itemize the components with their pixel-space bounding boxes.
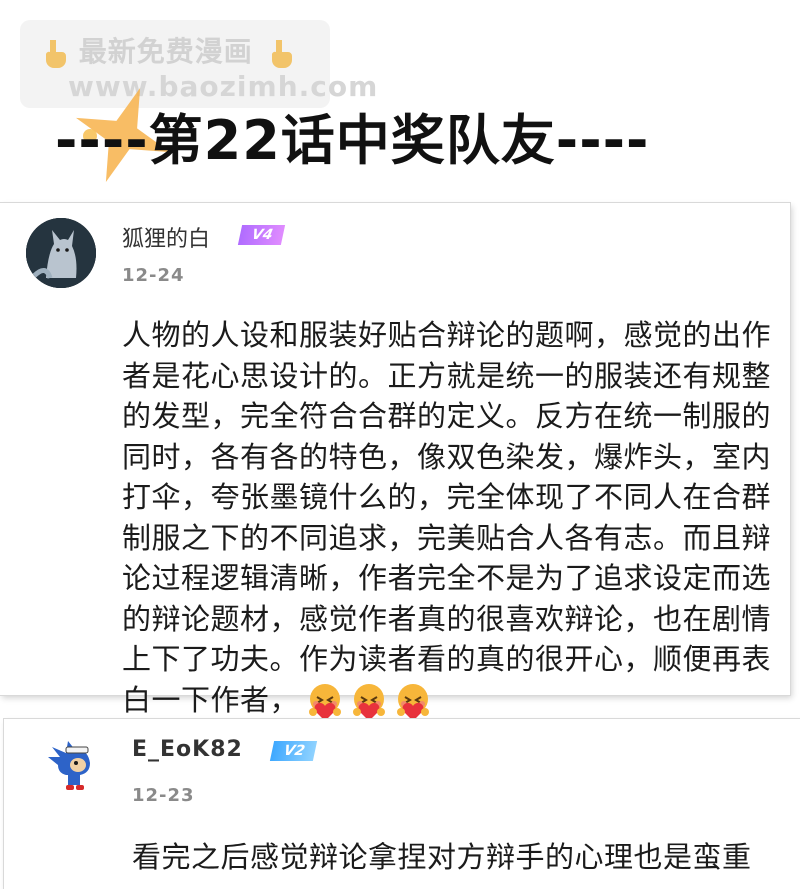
avatar[interactable] <box>26 218 96 288</box>
pointing-hand-icon <box>46 40 66 68</box>
heart-hug-emoji-icon <box>397 683 430 721</box>
comment-card: 狐狸的白 V4 12-24 人物的人设和服装好贴合辩论的题啊，感觉的出作者是花心… <box>0 203 790 721</box>
comment-text: 看完之后感觉辩论拿捏对方辩手的心理也是蛮重 <box>132 837 792 878</box>
vip-badge: V4 <box>237 225 285 245</box>
pointing-hand-icon <box>271 40 292 68</box>
emoji-group <box>305 682 433 722</box>
comment-card: E_EoK82 V2 12-23 看完之后感觉辩论拿捏对方辩手的心理也是蛮重 <box>4 719 800 889</box>
avatar[interactable] <box>44 735 104 795</box>
heart-hug-emoji-icon <box>309 683 342 721</box>
comment-body: 看完之后感觉辩论拿捏对方辩手的心理也是蛮重 <box>132 840 752 874</box>
comment-text: 人物的人设和服装好贴合辩论的题啊，感觉的出作者是花心思设计的。正方就是统一的服装… <box>122 315 772 722</box>
chapter-title: ----第22话中奖队友---- <box>55 109 650 172</box>
watermark-text: 最新免费漫画 <box>78 35 253 68</box>
username[interactable]: E_EoK82 <box>132 737 243 762</box>
comment-date: 12-24 <box>122 265 185 286</box>
hedgehog-avatar-icon <box>44 735 104 795</box>
comment-date: 12-23 <box>132 785 195 806</box>
username[interactable]: 狐狸的白 <box>122 221 210 253</box>
comment-body: 人物的人设和服装好贴合辩论的题啊，感觉的出作者是花心思设计的。正方就是统一的服装… <box>122 318 772 717</box>
heart-hug-emoji-icon <box>353 683 386 721</box>
vip-badge: V2 <box>269 741 317 761</box>
watermark-line1: 最新免费漫画 <box>38 30 294 70</box>
fox-avatar-icon <box>26 218 96 288</box>
